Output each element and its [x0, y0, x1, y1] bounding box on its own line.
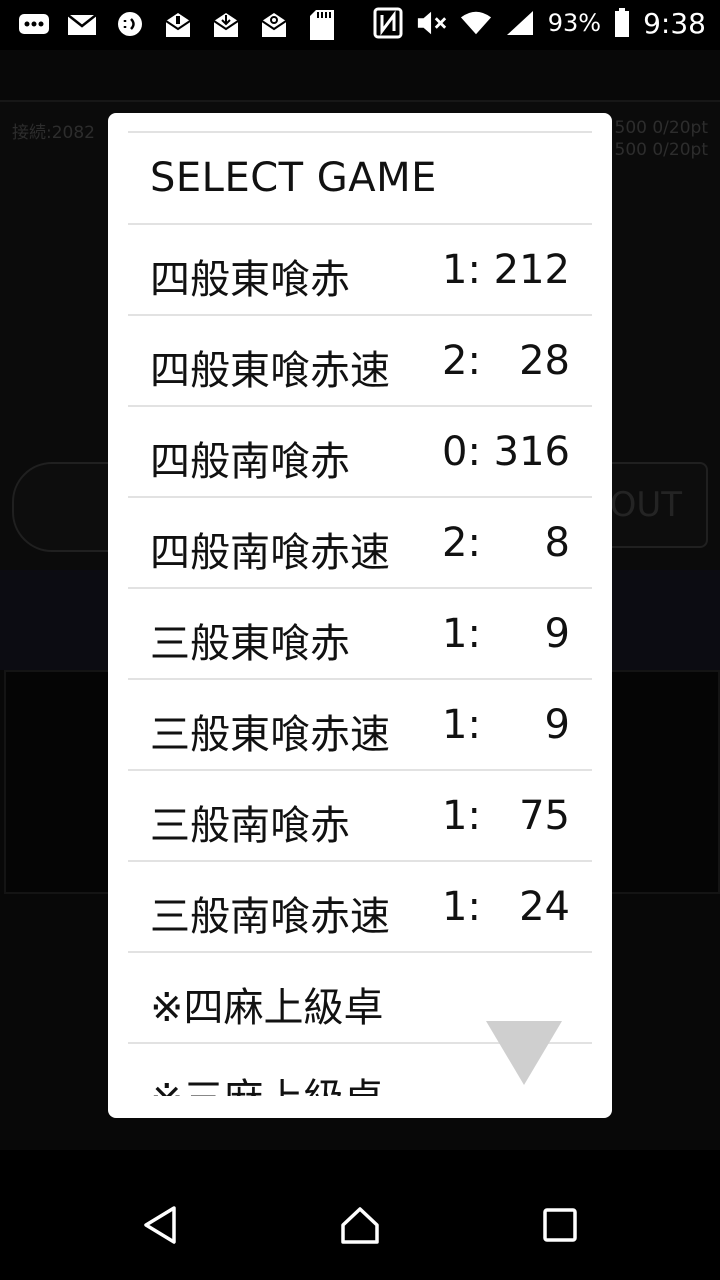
connection-count: 接続:2082: [12, 123, 95, 143]
game-name: ※三麻上級卓: [150, 1066, 384, 1096]
game-count: 1: 24: [442, 884, 570, 930]
game-name: 三般東喰赤: [150, 621, 350, 667]
game-item[interactable]: 四般南喰赤速 2: 8: [128, 496, 592, 587]
game-count: 1: 212: [442, 247, 570, 293]
game-item[interactable]: 三般東喰赤速 1: 9: [128, 678, 592, 769]
battery-icon: [613, 6, 631, 40]
game-name: 四般南喰赤速: [150, 530, 390, 576]
game-item[interactable]: 三般南喰赤速 1: 24: [128, 860, 592, 951]
system-status: 93% 9:38: [372, 6, 706, 40]
mute-icon: [416, 6, 448, 40]
sd-card-icon: [306, 8, 338, 42]
wifi-icon: [460, 6, 492, 40]
signal-icon: [504, 6, 536, 40]
messages-icon: [18, 8, 50, 42]
dialog-title: SELECT GAME: [150, 155, 437, 201]
game-name: 三般南喰赤速: [150, 894, 390, 940]
home-icon: [341, 1207, 379, 1244]
mail-icon: [66, 8, 98, 42]
back-button[interactable]: [125, 1190, 195, 1260]
game-count: 0: 316: [442, 429, 570, 475]
game-item[interactable]: 三般東喰赤 1: 9: [128, 587, 592, 678]
game-item[interactable]: 四般東喰赤速 2: 28: [128, 314, 592, 405]
back-icon: [144, 1206, 176, 1244]
game-count: 2: 28: [442, 338, 570, 384]
game-name: 四般東喰赤: [150, 257, 350, 303]
clock: 9:38: [643, 6, 706, 40]
chat-icon: [114, 8, 146, 42]
game-count: 1: 75: [442, 793, 570, 839]
game-item[interactable]: 四般南喰赤 0: 316: [128, 405, 592, 496]
recents-button[interactable]: [525, 1190, 595, 1260]
mail-download-icon: [210, 8, 242, 42]
divider: [128, 131, 592, 133]
score-line: 500 0/20pt: [614, 140, 708, 160]
game-name: ※四麻上級卓: [150, 985, 384, 1031]
game-count: 1: 9: [442, 611, 570, 657]
game-item[interactable]: 四般東喰赤 1: 212: [128, 223, 592, 314]
battery-percent: 93%: [547, 9, 602, 37]
game-list: 四般東喰赤 1: 212 四般東喰赤速 2: 28 四般南喰赤 0: 316 四…: [128, 223, 592, 1096]
mail-sync-icon: [258, 8, 290, 42]
dialog-scroll-area[interactable]: SELECT GAME 四般東喰赤 1: 212 四般東喰赤速 2: 28 四般…: [128, 113, 592, 1096]
game-count: 1: 9: [442, 702, 570, 748]
status-bar: 93% 9:38: [0, 0, 720, 50]
game-name: 三般東喰赤速: [150, 712, 390, 758]
select-game-dialog: SELECT GAME 四般東喰赤 1: 212 四般東喰赤速 2: 28 四般…: [108, 113, 612, 1118]
recents-icon: [543, 1208, 577, 1242]
game-name: 四般東喰赤速: [150, 348, 390, 394]
game-name: 四般南喰赤: [150, 439, 350, 485]
notification-icons: [18, 8, 338, 42]
game-item[interactable]: 三般南喰赤 1: 75: [128, 769, 592, 860]
mail-alert-icon: [162, 8, 194, 42]
score-line: 500 0/20pt: [614, 118, 708, 138]
scroll-down-arrow-icon[interactable]: [486, 1021, 562, 1085]
game-count: 2: 8: [442, 520, 570, 566]
game-name: 三般南喰赤: [150, 803, 350, 849]
navigation-bar: [0, 1170, 720, 1280]
nfc-icon: [372, 6, 404, 40]
home-button[interactable]: [325, 1190, 395, 1260]
